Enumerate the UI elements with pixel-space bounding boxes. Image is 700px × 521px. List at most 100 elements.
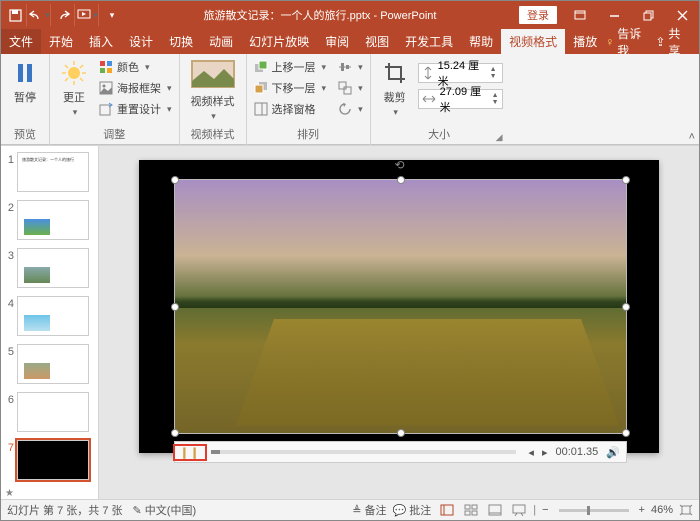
video-seek-track[interactable] <box>211 450 516 454</box>
sorter-view-button[interactable] <box>461 502 479 518</box>
chevron-down-icon: ▾ <box>358 83 363 94</box>
slideshow-view-button[interactable] <box>509 502 527 518</box>
lightbulb-icon: ♀ <box>605 35 614 49</box>
resize-handle-bm[interactable] <box>397 429 405 437</box>
video-object[interactable]: ⟲ <box>174 179 627 434</box>
fit-to-window-button[interactable] <box>679 504 693 516</box>
chevron-down-icon: ▾ <box>358 104 363 115</box>
send-backward-button[interactable]: 下移一层▾ <box>252 78 329 98</box>
slide-canvas[interactable]: ⟲ ❙❙ ◂ ▸ 00:01.35 🔊 <box>99 146 699 499</box>
save-button[interactable] <box>5 4 27 26</box>
group-preview: 暂停 预览 <box>1 54 50 145</box>
corrections-icon <box>60 59 88 87</box>
thumbnail-7[interactable]: 7 <box>3 440 96 480</box>
crop-icon <box>381 59 409 87</box>
video-styles-button[interactable]: 视频样式 ▾ <box>185 57 241 122</box>
resize-handle-br[interactable] <box>622 429 630 437</box>
thumbnail-4[interactable]: 4 <box>3 296 96 336</box>
thumbnail-5[interactable]: 5 <box>3 344 96 384</box>
rotate-button[interactable]: ▾ <box>336 99 365 119</box>
crop-button[interactable]: 裁剪 ▾ <box>376 57 414 118</box>
tab-insert[interactable]: 插入 <box>81 29 121 54</box>
video-skip-back-button[interactable]: ◂ <box>528 446 534 459</box>
forward-icon <box>254 60 268 74</box>
tab-video-format[interactable]: 视频格式 <box>501 29 565 54</box>
poster-label: 海报框架 <box>117 80 161 96</box>
zoom-level[interactable]: 46% <box>651 504 673 516</box>
start-slideshow-button[interactable]: ▾ <box>77 4 99 26</box>
chevron-down-icon: ▾ <box>393 107 398 118</box>
thumbnail-6[interactable]: 6 <box>3 392 96 432</box>
tab-design[interactable]: 设计 <box>121 29 161 54</box>
rotation-handle[interactable]: ⟲ <box>395 158 405 172</box>
resize-handle-tm[interactable] <box>397 176 405 184</box>
group-label-arrange: 排列 <box>252 124 365 145</box>
zoom-out-button[interactable]: − <box>542 504 548 516</box>
tab-file[interactable]: 文件 <box>1 29 41 54</box>
tab-playback[interactable]: 播放 <box>565 29 605 54</box>
collapse-ribbon-button[interactable]: ˄ <box>689 131 695 143</box>
tab-home[interactable]: 开始 <box>41 29 81 54</box>
tab-help[interactable]: 帮助 <box>461 29 501 54</box>
thumbnail-1[interactable]: 1旅游散文记录：一个人的旅行 <box>3 152 96 192</box>
workspace: 1旅游散文记录：一个人的旅行 2 3 4 5 6 7 ★ ⟲ ❙❙ ◂ <box>1 146 699 499</box>
width-icon <box>422 93 436 105</box>
pause-button[interactable]: 暂停 <box>6 57 44 105</box>
normal-view-button[interactable] <box>437 502 455 518</box>
slide-counter[interactable]: 幻灯片 第 7 张，共 7 张 <box>7 502 123 518</box>
resize-handle-rm[interactable] <box>622 303 630 311</box>
resize-handle-bl[interactable] <box>171 429 179 437</box>
comments-button[interactable]: 💬 批注 <box>392 502 431 518</box>
undo-button[interactable]: ▾ <box>29 4 51 26</box>
notes-button[interactable]: ≜ 备注 <box>352 502 386 518</box>
redo-button[interactable] <box>53 4 75 26</box>
chevron-down-icon: ▾ <box>211 111 216 122</box>
reset-design-button[interactable]: 重置设计▾ <box>97 99 174 119</box>
qat-customize-button[interactable]: ▾ <box>101 4 123 26</box>
reading-view-button[interactable] <box>485 502 503 518</box>
ribbon: 暂停 预览 更正 ▾ 颜色▾ 海报框架▾ 重置设计▾ 调整 视频样式 ▾ <box>1 54 699 146</box>
slide-thumbnails-panel[interactable]: 1旅游散文记录：一个人的旅行 2 3 4 5 6 7 ★ <box>1 146 99 499</box>
bring-forward-button[interactable]: 上移一层▾ <box>252 57 329 77</box>
tab-developer[interactable]: 开发工具 <box>397 29 461 54</box>
poster-frame-button[interactable]: 海报框架▾ <box>97 78 174 98</box>
zoom-in-button[interactable]: + <box>639 504 645 516</box>
resize-handle-lm[interactable] <box>171 303 179 311</box>
zoom-slider[interactable] <box>559 509 629 512</box>
status-bar: 幻灯片 第 7 张，共 7 张 ✎ 中文(中国) ≜ 备注 💬 批注 | − +… <box>1 499 699 520</box>
selection-pane-button[interactable]: 选择窗格 <box>252 99 329 119</box>
ribbon-display-options-button[interactable] <box>563 1 597 29</box>
resize-handle-tl[interactable] <box>171 176 179 184</box>
group-objects-button[interactable]: ▾ <box>336 78 365 98</box>
zoom-slider-thumb[interactable] <box>587 506 590 515</box>
video-play-pause-button[interactable]: ❙❙ <box>175 446 205 459</box>
chevron-down-icon: ▾ <box>93 10 98 21</box>
corrections-button[interactable]: 更正 ▾ <box>55 57 93 118</box>
thumbnail-3[interactable]: 3 <box>3 248 96 288</box>
height-spinner[interactable]: ▲▼ <box>490 66 497 80</box>
chevron-down-icon: ▾ <box>145 62 150 73</box>
width-spinner[interactable]: ▲▼ <box>492 92 499 106</box>
group-adjust: 更正 ▾ 颜色▾ 海报框架▾ 重置设计▾ 调整 <box>50 54 180 145</box>
align-icon <box>338 60 352 74</box>
volume-icon[interactable]: 🔊 <box>606 446 620 459</box>
tab-transitions[interactable]: 切换 <box>161 29 201 54</box>
size-dialog-launcher[interactable]: ◢ <box>496 132 503 143</box>
thumbnail-2[interactable]: 2 <box>3 200 96 240</box>
height-input[interactable]: 15.24 厘米 ▲▼ <box>418 63 503 83</box>
resize-handle-tr[interactable] <box>622 176 630 184</box>
backward-label: 下移一层 <box>272 80 316 96</box>
tab-animations[interactable]: 动画 <box>201 29 241 54</box>
tab-view[interactable]: 视图 <box>357 29 397 54</box>
reset-label: 重置设计 <box>117 101 161 117</box>
language-indicator[interactable]: ✎ 中文(中国) <box>133 502 197 518</box>
tab-review[interactable]: 审阅 <box>317 29 357 54</box>
tab-slideshow[interactable]: 幻灯片放映 <box>241 29 317 54</box>
color-button[interactable]: 颜色▾ <box>97 57 174 77</box>
video-skip-forward-button[interactable]: ▸ <box>542 446 548 459</box>
width-input[interactable]: 27.09 厘米 ▲▼ <box>418 89 503 109</box>
video-style-icon <box>190 59 236 91</box>
group-label-styles: 视频样式 <box>185 124 241 145</box>
align-button[interactable]: ▾ <box>336 57 365 77</box>
login-button[interactable]: 登录 <box>519 6 557 24</box>
